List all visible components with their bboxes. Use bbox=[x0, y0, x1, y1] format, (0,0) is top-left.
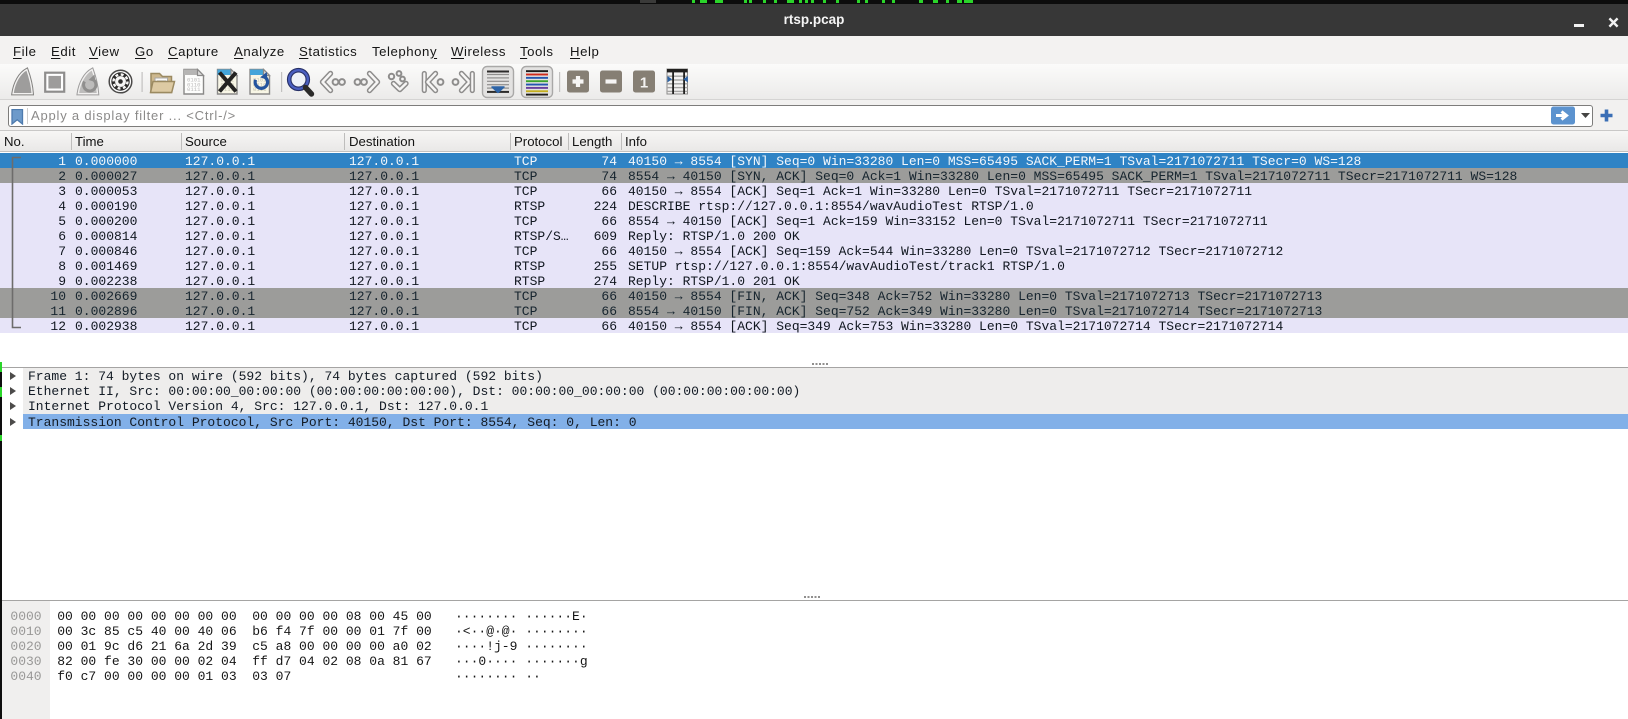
svg-text:1: 1 bbox=[640, 75, 648, 92]
svg-text:0111: 0111 bbox=[187, 86, 201, 93]
